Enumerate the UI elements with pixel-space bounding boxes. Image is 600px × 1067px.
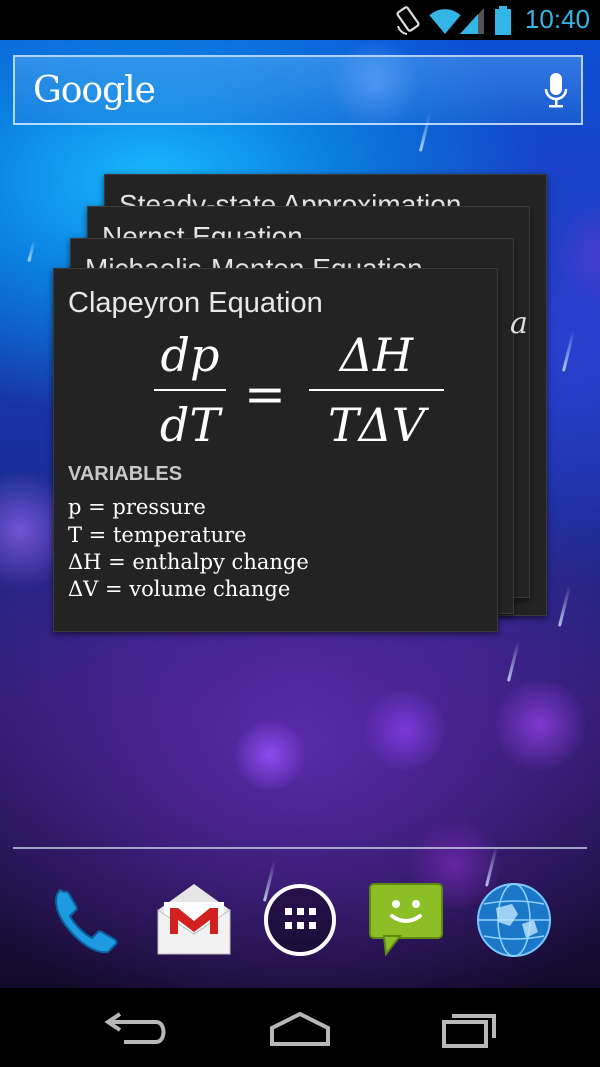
behind-card-symbol: a (510, 306, 528, 341)
lhs-denominator: dT (159, 398, 221, 452)
home-icon[interactable] (250, 1004, 350, 1052)
variable-line: ΔH = enthalpy change (68, 550, 309, 574)
messaging-icon (369, 883, 443, 957)
signal-icon (460, 8, 484, 34)
widget-card-main[interactable]: Clapeyron Equation dp dT = ΔH TΔV VARIAB… (53, 268, 498, 632)
dock-app-browser[interactable] (474, 880, 554, 960)
equals-sign: = (244, 365, 286, 423)
lhs-fraction: dp dT (154, 329, 226, 451)
google-search-bar[interactable]: Google (13, 55, 583, 125)
variable-line: ΔV = volume change (68, 577, 291, 601)
back-icon[interactable] (84, 1004, 184, 1052)
gmail-icon (157, 884, 231, 955)
wifi-icon (429, 9, 461, 34)
phone-icon (55, 888, 118, 954)
microphone-icon[interactable] (543, 71, 569, 111)
recent-apps-icon[interactable] (418, 1004, 518, 1052)
rhs-numerator: ΔH (339, 328, 414, 382)
navigation-bar (0, 988, 600, 1067)
variables-heading: VARIABLES (68, 463, 183, 485)
equation-display: dp dT = ΔH TΔV (54, 329, 497, 459)
rhs-denominator: TΔV (327, 398, 426, 452)
variable-line: p = pressure (68, 495, 206, 519)
status-time: 10:40 (524, 4, 590, 34)
globe-icon (477, 883, 551, 957)
battery-icon (495, 6, 511, 35)
dock-app-messaging[interactable] (366, 880, 446, 960)
card-title: Clapeyron Equation (68, 287, 323, 319)
apps-grid-icon (264, 884, 336, 956)
rotation-lock-icon (396, 6, 420, 35)
lhs-numerator: dp (160, 328, 220, 382)
dock-app-all-apps[interactable] (260, 880, 340, 960)
dock-divider (13, 847, 587, 849)
variable-line: T = temperature (68, 523, 247, 547)
status-bar: 10:40 (0, 0, 600, 40)
dock-app-phone[interactable] (46, 880, 126, 960)
rhs-fraction: ΔH TΔV (309, 329, 444, 451)
dock-app-gmail[interactable] (154, 880, 234, 960)
google-logo: Google (33, 70, 156, 111)
